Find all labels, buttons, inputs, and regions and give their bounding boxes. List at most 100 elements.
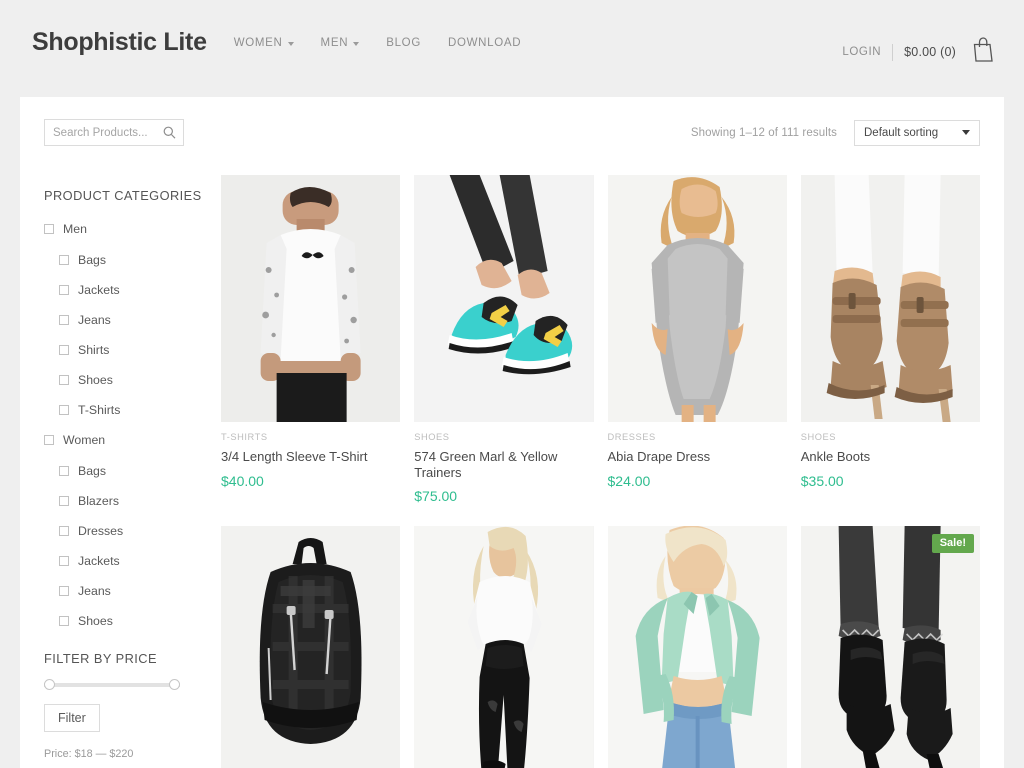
product-title[interactable]: Ankle Boots (801, 449, 980, 465)
category-item-men-jeans[interactable]: Jeans (44, 313, 202, 327)
filter-by-price-title: FILTER BY PRICE (44, 651, 157, 666)
checkbox-icon[interactable] (59, 526, 69, 536)
product-category: T-SHIRTS (221, 432, 268, 442)
product-image-tan-heeled-ankle-boots[interactable] (800, 175, 980, 422)
category-label: Shoes (78, 373, 113, 387)
chevron-down-icon (353, 42, 360, 46)
checkbox-icon[interactable] (59, 466, 69, 476)
category-item-men[interactable]: Men (44, 222, 202, 236)
product-image-mint-green-jacket[interactable] (607, 526, 787, 768)
search-box[interactable] (44, 119, 184, 146)
header-divider (892, 43, 894, 61)
product-card: DRESSES Abia Drape Dress $24.00 (607, 175, 787, 504)
filter-button[interactable]: Filter (44, 704, 100, 732)
checkbox-icon[interactable] (59, 586, 69, 596)
category-label: Jeans (78, 584, 111, 598)
nav-item-label: MEN (320, 37, 349, 49)
product-card: T-SHIRTS 3/4 Length Sleeve T-Shirt $40.0… (221, 175, 401, 504)
shop-toolbar: Showing 1–12 of 111 results Default sort… (44, 119, 980, 175)
category-item-women-shoes[interactable]: Shoes (44, 614, 202, 628)
price-range-slider[interactable] (44, 679, 180, 690)
price-slider-min-handle[interactable] (44, 679, 55, 690)
checkbox-icon[interactable] (59, 616, 69, 626)
chevron-down-icon (962, 130, 970, 135)
category-item-women-jackets[interactable]: Jackets (44, 554, 202, 568)
category-label: Jackets (78, 554, 120, 568)
shopping-bag-icon[interactable] (970, 36, 996, 68)
checkbox-icon[interactable] (59, 496, 69, 506)
toolbar-right: Showing 1–12 of 111 results Default sort… (691, 120, 980, 146)
category-label: Women (63, 433, 106, 447)
product-image-black-backpack[interactable] (221, 526, 401, 768)
checkbox-icon[interactable] (59, 405, 69, 415)
category-item-men-tshirts[interactable]: T-Shirts (44, 403, 202, 417)
price-slider-max-handle[interactable] (169, 679, 180, 690)
chevron-down-icon (287, 42, 294, 46)
category-item-women-blazers[interactable]: Blazers (44, 494, 202, 508)
search-icon[interactable] (163, 126, 176, 145)
shop-body: PRODUCT CATEGORIES Men Bags Jackets Jean… (44, 175, 980, 768)
category-label: Shoes (78, 614, 113, 628)
category-item-women-jeans[interactable]: Jeans (44, 584, 202, 598)
product-card: JEANS (414, 526, 594, 768)
category-label: Shirts (78, 343, 110, 357)
product-image-black-ankle-boots[interactable]: Sale! (800, 526, 980, 768)
category-item-men-jackets[interactable]: Jackets (44, 283, 202, 297)
checkbox-icon[interactable] (59, 315, 69, 325)
category-item-men-shirts[interactable]: Shirts (44, 343, 202, 357)
price-range-text: Price: $18 — $220 (44, 748, 134, 760)
login-link[interactable]: LOGIN (842, 46, 881, 58)
category-label: Men (63, 222, 87, 236)
product-price: $40.00 (221, 472, 264, 489)
product-image-woman-grey-drape-dress[interactable] (607, 175, 787, 422)
product-card: BAGS (221, 526, 401, 768)
category-label: T-Shirts (78, 403, 121, 417)
category-item-men-bags[interactable]: Bags (44, 253, 202, 267)
product-title[interactable]: 574 Green Marl & Yellow Trainers (414, 449, 593, 480)
shop-content: Showing 1–12 of 111 results Default sort… (20, 97, 1004, 768)
product-category: DRESSES (607, 432, 656, 442)
nav-item-download[interactable]: DOWNLOAD (448, 37, 521, 49)
checkbox-icon[interactable] (59, 345, 69, 355)
sale-badge: Sale! (931, 534, 974, 554)
category-label: Bags (78, 253, 107, 267)
sidebar: PRODUCT CATEGORIES Men Bags Jackets Jean… (44, 175, 212, 768)
sorting-selected-label: Default sorting (864, 127, 939, 139)
product-card: SHOES 574 Green Marl & Yellow Trainers $… (414, 175, 594, 504)
checkbox-icon[interactable] (59, 556, 69, 566)
checkbox-icon[interactable] (59, 285, 69, 295)
nav-item-blog[interactable]: BLOG (386, 37, 421, 49)
checkbox-icon[interactable] (59, 255, 69, 265)
product-price: $24.00 (607, 472, 651, 489)
nav-item-label: WOMEN (233, 37, 283, 49)
product-image-woman-black-flared-jeans[interactable] (414, 526, 594, 768)
product-categories-title: PRODUCT CATEGORIES (44, 188, 202, 203)
header-actions: LOGIN $0.00 (0) (842, 36, 996, 68)
product-title[interactable]: 3/4 Length Sleeve T-Shirt (221, 449, 400, 465)
product-card: Sale! (800, 526, 980, 768)
category-item-men-shoes[interactable]: Shoes (44, 373, 202, 387)
site-brand[interactable]: Shophistic Lite (32, 30, 207, 55)
site-header: Shophistic Lite WOMEN MEN BLOG DOWNLOAD … (0, 0, 1024, 97)
product-title[interactable]: Abia Drape Dress (608, 449, 787, 465)
cart-total[interactable]: $0.00 (0) (904, 45, 956, 59)
product-image-man-white-tshirt-printed-sleeves[interactable] (221, 175, 401, 422)
category-label: Blazers (78, 494, 120, 508)
product-price: $35.00 (800, 472, 844, 489)
category-item-women[interactable]: Women (44, 433, 202, 447)
price-filter-widget: FILTER BY PRICE Filter Price: $18 — $220 (44, 651, 202, 760)
category-item-women-dresses[interactable]: Dresses (44, 524, 202, 538)
category-label: Bags (78, 464, 107, 478)
product-categories-list: Men Bags Jackets Jeans Shirts Shoes T-Sh… (44, 222, 202, 628)
product-image-turquoise-sneakers-legs[interactable] (414, 175, 594, 422)
checkbox-icon[interactable] (59, 375, 69, 385)
main-navigation: WOMEN MEN BLOG DOWNLOAD (234, 37, 522, 49)
search-input[interactable] (53, 126, 165, 139)
sorting-dropdown[interactable]: Default sorting (854, 120, 980, 146)
product-card: SHOES Ankle Boots $35.00 (800, 175, 980, 504)
checkbox-icon[interactable] (44, 435, 54, 445)
category-item-women-bags[interactable]: Bags (44, 464, 202, 478)
nav-item-women[interactable]: WOMEN (234, 37, 294, 49)
nav-item-men[interactable]: MEN (321, 37, 360, 49)
checkbox-icon[interactable] (44, 224, 54, 234)
